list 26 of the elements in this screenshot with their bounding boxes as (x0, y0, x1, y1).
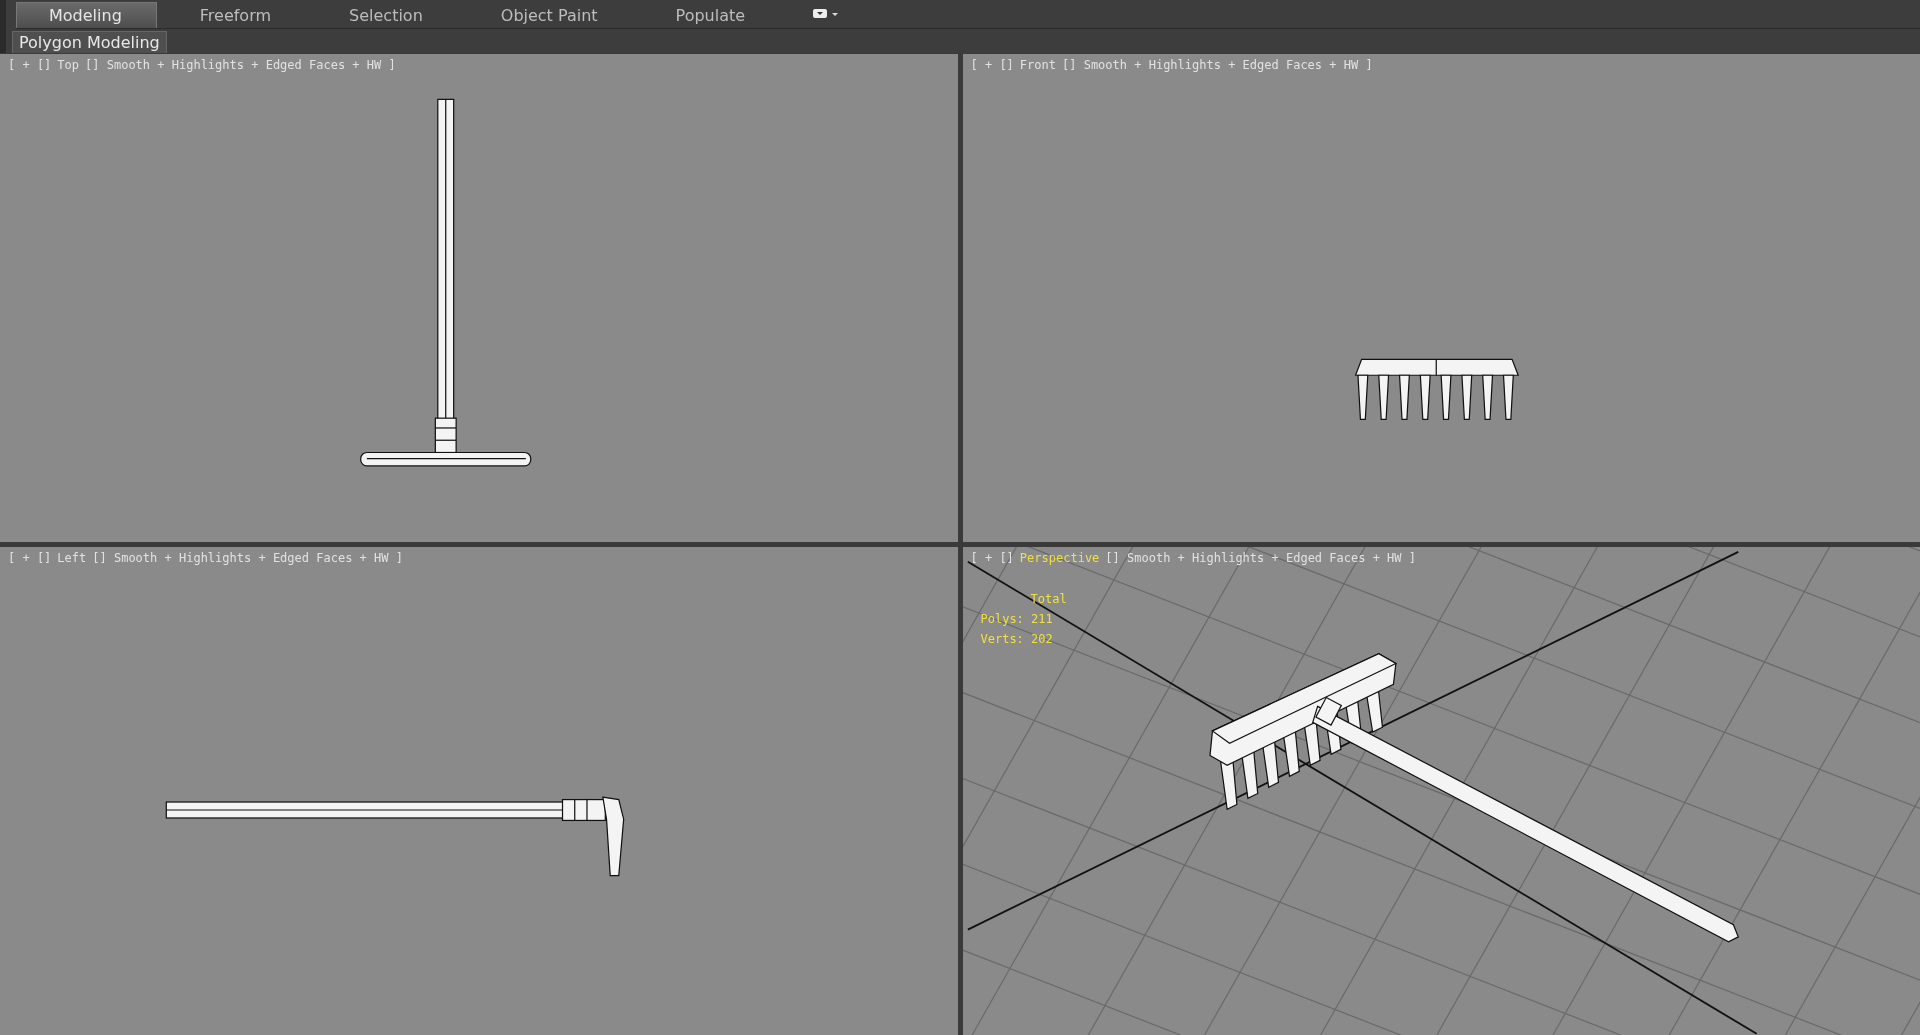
viewport-view-label[interactable]: Perspective (1019, 551, 1100, 565)
viewport-shading-label[interactable]: [] Smooth + Highlights + Edged Faces + HW ] (92, 551, 403, 565)
viewport[interactable]: [ + [] Front [] Smooth + Highlights + Edged Faces + HW ] (962, 54, 1920, 542)
viewport-menu-label[interactable]: [ + [] (8, 551, 52, 565)
viewport-menu-label[interactable]: [ + [] (970, 551, 1014, 565)
viewport-shading-label[interactable]: [] Smooth + Highlights + Edged Faces + HW ] (1105, 551, 1416, 565)
ribbon-tab[interactable]: Selection (316, 2, 458, 28)
ribbon-tab[interactable]: Populate (642, 2, 781, 28)
viewport-view-label[interactable]: Top (57, 58, 80, 72)
ribbon-tab[interactable]: Modeling (16, 2, 157, 28)
ribbon-tab[interactable]: Freeform (166, 2, 307, 28)
viewport[interactable]: [ + [] Perspective [] Smooth + Highlights + Edged Faces + HW ] Total Polys: 211 Verts: 202 (962, 547, 1920, 1035)
panel-tab[interactable]: Polygon Modeling (12, 31, 167, 53)
viewport-menu-label[interactable]: [ + [] (970, 58, 1014, 72)
viewport[interactable]: [ + [] Left [] Smooth + Highlights + Edged Faces + HW ] (0, 547, 958, 1035)
viewport-menu-label[interactable]: [ + [] (8, 58, 52, 72)
stats-line: Polys: 211 (980, 611, 1054, 628)
stats-title: Total (1029, 591, 1067, 608)
viewport-view-label[interactable]: Left (57, 551, 87, 565)
viewport-view-label[interactable]: Front (1019, 58, 1056, 72)
viewport-shading-label[interactable]: [] Smooth + Highlights + Edged Faces + HW ] (1062, 58, 1373, 72)
stats-line: Verts: 202 (980, 631, 1054, 648)
viewport[interactable]: [ + [] Top [] Smooth + Highlights + Edged Faces + HW ] (0, 54, 958, 542)
ribbon-options-dropdown-icon[interactable] (812, 8, 841, 20)
viewport-shading-label[interactable]: [] Smooth + Highlights + Edged Faces + HW ] (85, 58, 396, 72)
ribbon-tab[interactable]: Object Paint (467, 2, 633, 28)
